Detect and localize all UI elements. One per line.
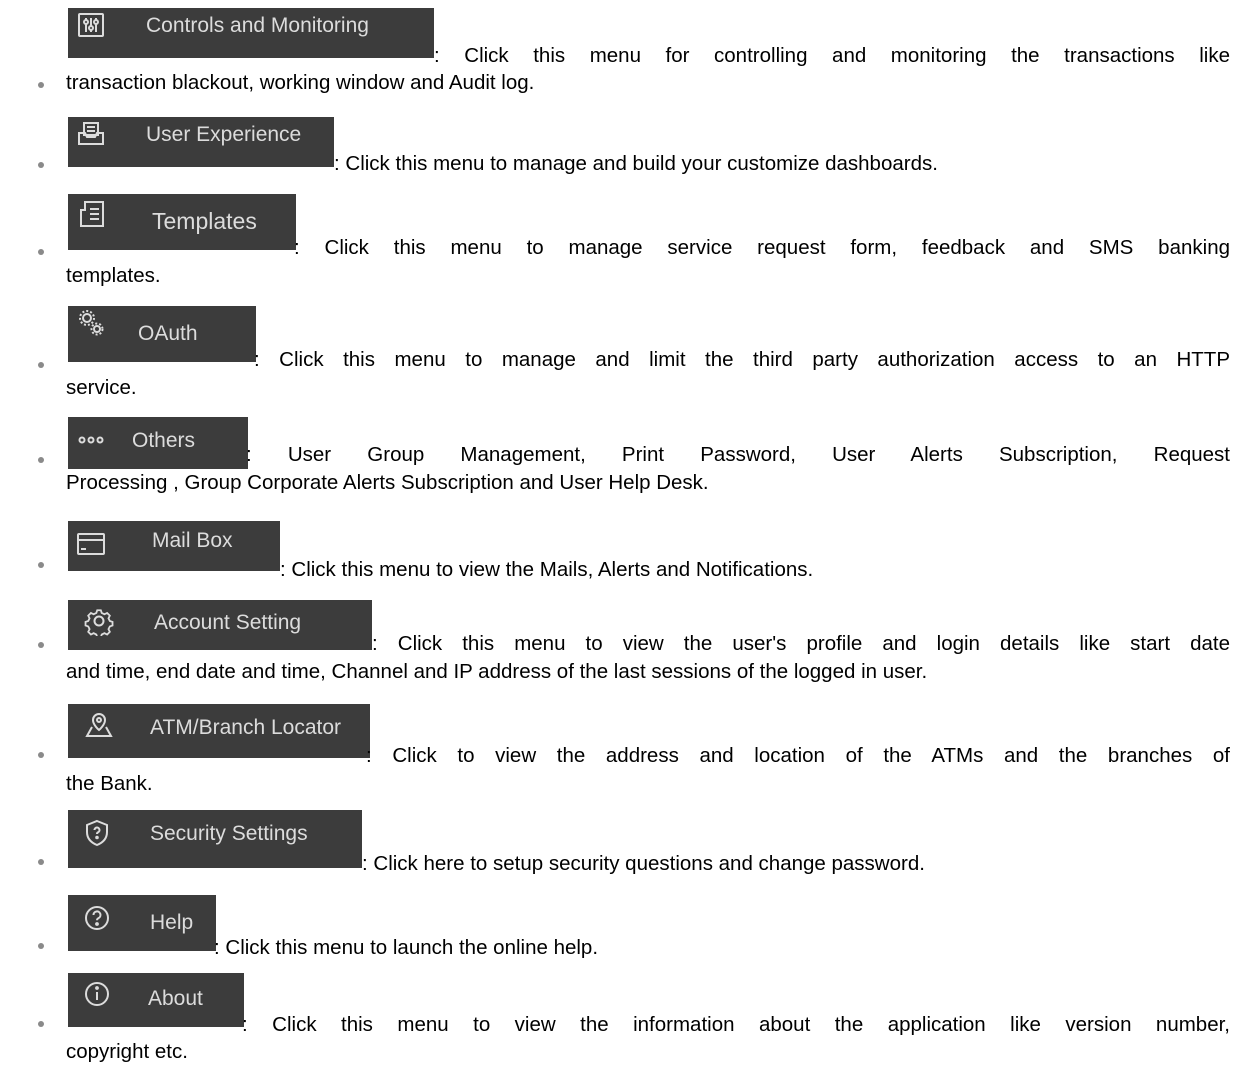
description-line: : Click this menu for controlling and mo…	[434, 44, 1230, 67]
list-item: Controls and Monitoring : Click this men…	[0, 0, 1258, 110]
bullet	[38, 249, 44, 255]
menu-label: Help	[150, 911, 194, 934]
help-menu-button[interactable]: Help	[68, 895, 216, 951]
shield-question-icon	[82, 818, 112, 848]
bullet	[38, 162, 44, 168]
mail-card-icon	[76, 529, 106, 559]
menu-label: Controls and Monitoring	[146, 14, 369, 37]
info-circle-icon	[82, 979, 112, 1009]
description-line: service.	[66, 376, 137, 399]
menu-label: OAuth	[138, 322, 198, 345]
bullet	[38, 457, 44, 463]
description-line: : Click this menu to manage and build yo…	[334, 152, 938, 175]
menu-label: About	[148, 987, 203, 1010]
list-item: Templates : Click this menu to manage se…	[0, 192, 1258, 298]
description-line: : Click this menu to view the informatio…	[242, 1013, 1230, 1036]
menu-label: Templates	[152, 208, 257, 234]
description-line: : Click here to setup security questions…	[362, 852, 925, 875]
bullet	[38, 859, 44, 865]
menu-label: Mail Box	[152, 529, 233, 552]
description-line: the Bank.	[66, 772, 153, 795]
description-line: transaction blackout, working window and…	[66, 71, 535, 94]
list-item: Others : User Group Management, Print Pa…	[0, 417, 1258, 505]
security-settings-menu-button[interactable]: Security Settings	[68, 810, 362, 868]
document-icon	[76, 199, 106, 229]
menu-label: ATM/Branch Locator	[150, 716, 342, 739]
description-line: : Click this menu to manage service requ…	[294, 236, 1230, 259]
description-line: and time, end date and time, Channel and…	[66, 660, 928, 683]
list-item: ATM/Branch Locator : Click to view the a…	[0, 702, 1258, 802]
description-line: : Click to view the address and location…	[366, 744, 1230, 767]
description-line: templates.	[66, 264, 161, 287]
inbox-icon	[76, 119, 106, 149]
menu-label: User Experience	[146, 123, 302, 146]
list-item: Mail Box : Click this menu to view the M…	[0, 518, 1258, 588]
bullet	[38, 562, 44, 568]
mail-box-menu-button[interactable]: Mail Box	[68, 521, 280, 571]
description-line: : User Group Management, Print Password,…	[246, 443, 1230, 466]
list-item: Security Settings : Click here to setup …	[0, 808, 1258, 884]
description-line: Processing , Group Corporate Alerts Subs…	[66, 471, 709, 494]
bullet	[38, 362, 44, 368]
sliders-icon	[76, 10, 106, 40]
bullet	[38, 82, 44, 88]
help-circle-icon	[82, 903, 112, 933]
bullet	[38, 1021, 44, 1027]
list-item: OAuth : Click this menu to manage and li…	[0, 304, 1258, 412]
description-line: : Click this menu to manage and limit th…	[254, 348, 1230, 371]
bullet	[38, 943, 44, 949]
list-item: Help : Click this menu to launch the onl…	[0, 893, 1258, 965]
description-line: : Click this menu to view the user's pro…	[372, 632, 1230, 655]
list-item: About : Click this menu to view the info…	[0, 971, 1258, 1063]
gears-icon	[76, 308, 106, 338]
list-item: Account Setting : Click this menu to vie…	[0, 600, 1258, 696]
description-line: copyright etc.	[66, 1040, 188, 1063]
description-line: : Click this menu to view the Mails, Ale…	[280, 558, 814, 581]
bullet	[38, 642, 44, 648]
list-item: User Experience : Click this menu to man…	[0, 110, 1258, 190]
user-experience-menu-button[interactable]: User Experience	[68, 117, 334, 167]
map-pin-icon	[84, 710, 114, 740]
description-line: : Click this menu to launch the online h…	[214, 936, 599, 959]
menu-label: Security Settings	[150, 822, 308, 845]
bullet	[38, 752, 44, 758]
